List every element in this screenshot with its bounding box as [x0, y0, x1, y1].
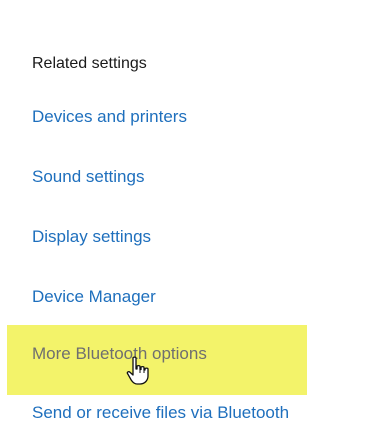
- hand-pointer-icon: [126, 356, 149, 385]
- more-bluetooth-options-link[interactable]: More Bluetooth options: [32, 343, 207, 365]
- sound-settings-link[interactable]: Sound settings: [32, 166, 144, 188]
- related-settings-heading: Related settings: [32, 55, 147, 72]
- display-settings-link[interactable]: Display settings: [32, 226, 151, 248]
- send-receive-bluetooth-link[interactable]: Send or receive files via Bluetooth: [32, 402, 289, 424]
- related-settings-panel: Related settings Devices and printers So…: [0, 0, 367, 426]
- devices-and-printers-link[interactable]: Devices and printers: [32, 106, 187, 128]
- device-manager-link[interactable]: Device Manager: [32, 286, 156, 308]
